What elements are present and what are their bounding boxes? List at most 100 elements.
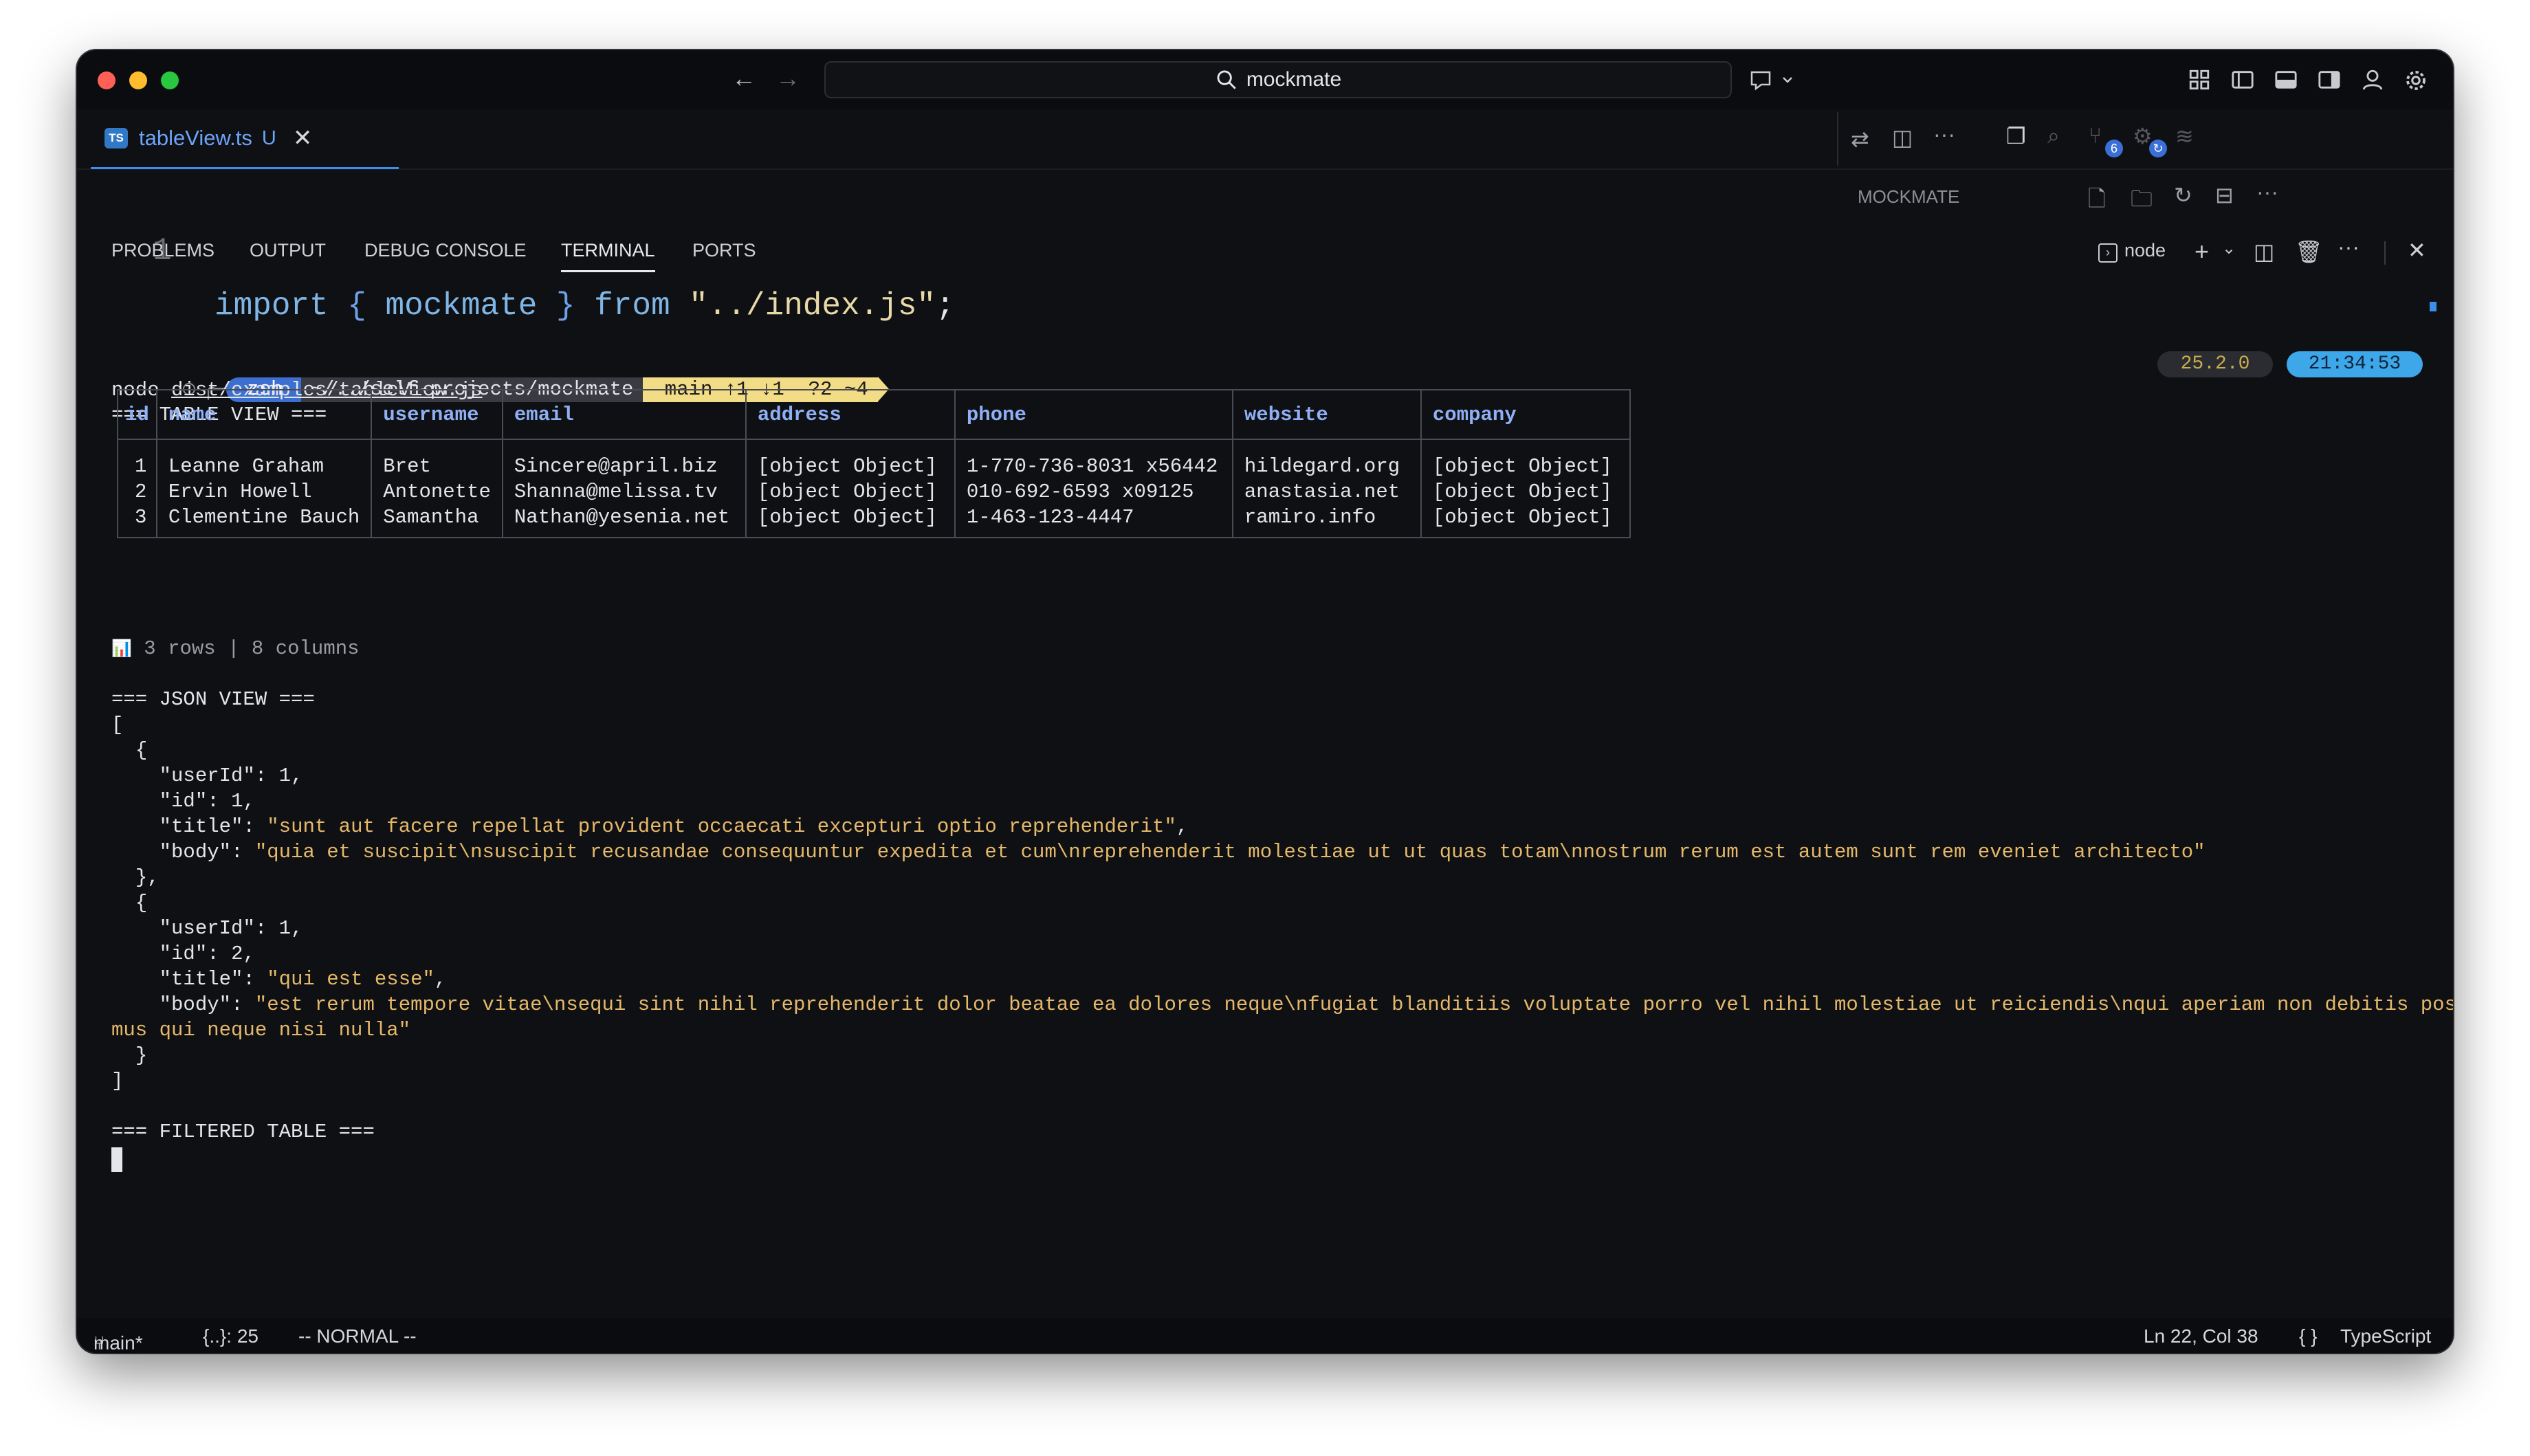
sync-badge-icon: ↻ xyxy=(2149,140,2167,157)
git-compare-icon[interactable]: ⇄ xyxy=(1851,126,1869,152)
brace: } xyxy=(135,1044,148,1067)
semicolon: ; xyxy=(936,288,955,324)
keyword-import: import xyxy=(214,288,329,324)
split-editor-icon[interactable]: ◫ xyxy=(1892,124,1913,151)
kill-terminal-icon[interactable]: 🗑 xyxy=(2295,239,2323,265)
json-line: "title": "qui est esse", xyxy=(159,968,447,991)
identifier-mockmate: mockmate xyxy=(385,288,538,324)
new-terminal-icon[interactable]: + xyxy=(2194,237,2209,266)
prompt-time-badge: 21:34:53 xyxy=(2287,351,2423,377)
json-key: "id" xyxy=(159,790,208,813)
collapse-folders-icon[interactable]: ⊟ xyxy=(2215,182,2234,208)
json-string: "est rerum tempore vitae\nsequi sint nih… xyxy=(254,993,2453,1016)
source-control-icon[interactable]: ⑂ xyxy=(2089,123,2102,148)
more-actions-icon[interactable]: ··· xyxy=(1933,122,1955,147)
tab-ports[interactable]: PORTS xyxy=(692,240,756,261)
chart-icon: 📊 xyxy=(111,641,132,659)
chevron-down-icon[interactable]: ⌄ xyxy=(2222,239,2236,258)
json-line: "title": "sunt aut facere repellat provi… xyxy=(159,815,1189,838)
toggle-primary-sidebar-icon[interactable] xyxy=(2231,68,2254,95)
table-cell: ramiro.info xyxy=(1231,505,1422,538)
json-object-open: { xyxy=(111,890,147,916)
table-cell: [object Object] xyxy=(1420,439,1631,479)
back-arrow-icon[interactable]: ← xyxy=(732,64,756,93)
typescript-file-icon: TS xyxy=(104,128,128,148)
close-tab-icon[interactable]: ✕ xyxy=(293,124,313,152)
json-value: 1 xyxy=(278,917,292,940)
column-header: website xyxy=(1231,389,1422,440)
search-text: mockmate xyxy=(1246,68,1342,91)
minimize-window-button[interactable] xyxy=(129,71,147,89)
language-mode[interactable]: TypeScript xyxy=(2340,1325,2431,1347)
table-cell: Clementine Bauch xyxy=(155,505,373,538)
table-cell: 1 xyxy=(117,439,157,479)
table-cell: 1-770-736-8031 x56442 xyxy=(954,439,1233,479)
account-icon[interactable] xyxy=(2361,68,2384,95)
editor-line-1[interactable]: 1 import { mockmate } from "../index.js"… xyxy=(77,168,1823,324)
table-summary: 📊 3 rows | 8 columns xyxy=(111,636,360,661)
node-version-badge: 25.2.0 xyxy=(2157,351,2273,377)
command-center-search[interactable]: mockmate xyxy=(824,61,1732,98)
table-cell: 1-463-123-4447 xyxy=(954,505,1233,538)
json-key: "userId" xyxy=(159,764,255,787)
braces-icon[interactable]: { } xyxy=(2299,1325,2317,1347)
split-terminal-icon[interactable]: ◫ xyxy=(2254,239,2274,265)
terminal-cursor xyxy=(111,1147,122,1172)
copilot-icon[interactable] xyxy=(1749,68,1797,95)
brace: { xyxy=(135,739,148,762)
table-cell: hildegard.org xyxy=(1231,439,1422,479)
column-header: email xyxy=(501,389,747,440)
tab-output[interactable]: OUTPUT xyxy=(250,240,326,261)
table-cell: Sincere@april.biz xyxy=(501,439,747,479)
table-cell: Antonette xyxy=(371,479,503,505)
source-control-badge: 6 xyxy=(2105,140,2123,157)
new-file-icon[interactable]: 🗋 xyxy=(2088,184,2106,221)
tab-tableview[interactable]: TS tableView.ts U ✕ xyxy=(91,109,399,169)
brace-open: { xyxy=(347,288,366,324)
module-path: "../index.js" xyxy=(689,288,936,324)
json-key: "title" xyxy=(159,968,243,991)
tab-problems[interactable]: PROBLEMS xyxy=(111,240,214,261)
terminal-more-icon[interactable]: ··· xyxy=(2338,234,2360,260)
search-view-icon[interactable]: ⌕ xyxy=(2047,123,2060,149)
tab-debug-console[interactable]: DEBUG CONSOLE xyxy=(364,240,527,261)
json-string: mus qui neque nisi nulla" xyxy=(111,1019,411,1041)
column-header: username xyxy=(371,389,503,440)
symbols-count[interactable]: {..}: 25 xyxy=(203,1325,258,1347)
status-bar: ⑂ main* {..}: 25 -- NORMAL -- Ln 22, Col … xyxy=(77,1319,2453,1353)
toggle-secondary-sidebar-icon[interactable] xyxy=(2318,68,2341,95)
json-value: 1 xyxy=(278,764,292,787)
table-row: 2 Ervin Howell Antonette Shanna@melissa.… xyxy=(117,479,1631,505)
new-folder-icon[interactable]: 🗀 xyxy=(2131,184,2153,221)
table-cell: Nathan@yesenia.net xyxy=(501,505,747,538)
refresh-explorer-icon[interactable]: ↻ xyxy=(2174,182,2192,208)
cursor-position[interactable]: Ln 22, Col 38 xyxy=(2144,1325,2258,1347)
zoom-window-button[interactable] xyxy=(161,71,179,89)
close-panel-icon[interactable]: ✕ xyxy=(2408,237,2426,263)
json-key: "id" xyxy=(159,942,208,965)
json-close-bracket: ] xyxy=(111,1070,124,1092)
panel-tab-bar: PROBLEMS OUTPUT DEBUG CONSOLE TERMINAL P… xyxy=(77,228,2453,277)
remote-icon[interactable]: ≋ xyxy=(2175,123,2194,149)
tab-terminal[interactable]: TERMINAL xyxy=(561,240,655,272)
json-line: "userId": 1, xyxy=(159,764,303,787)
layout-customize-icon[interactable] xyxy=(2188,68,2211,95)
json-key: "body" xyxy=(159,841,232,863)
branch-name: main* xyxy=(94,1332,143,1353)
close-window-button[interactable] xyxy=(98,71,116,89)
json-key: "body" xyxy=(159,993,232,1016)
table-header-row: id name username email address phone web… xyxy=(117,389,1631,440)
json-object-close: } xyxy=(111,1043,147,1068)
json-string: "sunt aut facere repellat provident occa… xyxy=(267,815,1176,838)
explorer-files-icon[interactable]: ❐ xyxy=(2006,123,2026,149)
terminal-shell-selector[interactable]: › node xyxy=(2098,240,2166,263)
settings-gear-icon[interactable] xyxy=(2404,68,2428,96)
toggle-panel-icon[interactable] xyxy=(2274,68,2298,95)
json-line: "body": "est rerum tempore vitae\nsequi … xyxy=(111,992,2453,1017)
column-header: company xyxy=(1420,389,1631,440)
users-table: id name username email address phone web… xyxy=(117,389,1631,538)
summary-text: 3 rows | 8 columns xyxy=(144,637,360,660)
forward-arrow-icon[interactable]: → xyxy=(776,64,800,93)
json-line-wrap: mus qui neque nisi nulla" xyxy=(111,1017,410,1043)
explorer-more-icon[interactable]: ··· xyxy=(2256,179,2278,205)
